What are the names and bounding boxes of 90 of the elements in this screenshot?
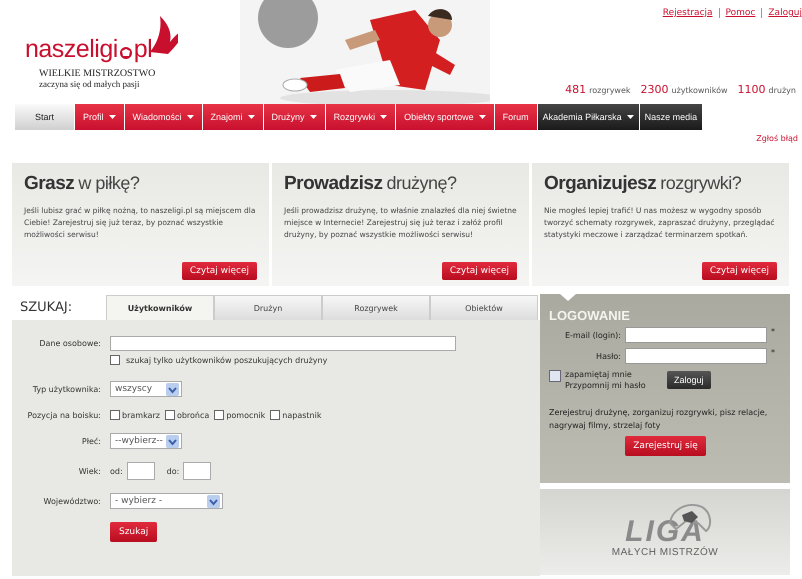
stat-label: użytkowników [672, 86, 728, 95]
caret-icon [108, 115, 116, 119]
notch-icon [560, 294, 576, 301]
stat-number: 481 [565, 83, 586, 96]
caret-icon [380, 115, 388, 119]
field-label: Dane osobowe: [39, 339, 101, 348]
field-label: Płeć: [82, 436, 101, 446]
nav-tab[interactable]: Akademia Piłkarska [538, 104, 640, 130]
ball-icon [118, 46, 133, 60]
nav-tab[interactable]: Znajomi [202, 104, 264, 130]
nav-tab[interactable]: Nasze media [640, 104, 704, 130]
chevron-icon [166, 382, 179, 396]
field-label: od: [110, 466, 123, 476]
top-link[interactable]: Pomoc [726, 8, 756, 18]
read-more-button[interactable]: Czytaj więcej [442, 262, 517, 280]
checkbox[interactable] [110, 410, 120, 420]
forgot-password-link[interactable]: Przypomnij mi hasło [565, 381, 667, 390]
card-title: Prowadzisz [284, 173, 382, 195]
banner-title: LIGA [625, 516, 705, 546]
field-label: E-mail (login): [564, 330, 621, 340]
search-tab[interactable]: Rozgrywek [322, 295, 430, 320]
nav-tab[interactable]: Rozgrywki [326, 104, 396, 130]
checkbox[interactable] [164, 410, 175, 420]
promo-text: Zerejestruj drużynę, zorganizuj rozgrywki, pisz relacje, nagrywaj filmy, strzelaj foty [549, 407, 768, 432]
report-link[interactable]: Zgłoś błąd [756, 134, 798, 148]
stat-number: 1100 [738, 83, 766, 96]
read-more-button[interactable]: Czytaj więcej [182, 262, 257, 280]
checkbox[interactable] [110, 355, 120, 365]
nav-tab[interactable]: Forum [494, 104, 538, 130]
caret-icon [310, 115, 317, 119]
logo-text[interactable]: naszeligi [25, 34, 118, 64]
search-button[interactable]: Szukaj [110, 522, 158, 542]
checkbox[interactable] [270, 410, 280, 420]
stat-number: 2300 [640, 83, 669, 96]
card-title: Grasz [24, 173, 74, 195]
slogan: WIELKIE MISTRZOSTWO [39, 68, 156, 79]
card-title: drużynę? [386, 173, 457, 194]
caret-icon [186, 115, 194, 119]
caret-icon [478, 115, 486, 119]
field-label: Wiek: [78, 466, 101, 476]
logo-text[interactable]: pl [134, 34, 152, 64]
nav-tab[interactable]: Drużyny [264, 104, 326, 130]
input-field[interactable] [110, 336, 456, 351]
register-button[interactable]: Zarejestruj się [625, 436, 706, 456]
login-button[interactable]: Zaloguj [667, 371, 711, 389]
input-field[interactable] [625, 327, 767, 343]
slogan: zaczyna się od małych pasji [39, 79, 140, 89]
nav-tab[interactable]: Obiekty sportowe [396, 104, 495, 130]
card-title: rozgrywki? [660, 173, 742, 194]
dropdown[interactable]: - wybierz - [110, 493, 223, 509]
stat-label: rozgrywek [589, 86, 631, 95]
field-label: Hasło: [595, 352, 621, 360]
dropdown[interactable]: wszyscy [110, 381, 182, 397]
checkbox[interactable] [214, 410, 224, 420]
search-tab[interactable]: Użytkowników [106, 295, 214, 320]
login-title: LOGOWANIE [549, 308, 631, 323]
checkbox[interactable] [549, 370, 561, 382]
checkbox-label: szukaj tylko użytkowników poszukujących drużyny [126, 356, 328, 364]
field-label: do: [166, 466, 180, 476]
field-label: Typ użytkownika: [32, 384, 101, 394]
card-title: Organizujesz [544, 173, 656, 195]
required-mark: * [771, 348, 775, 357]
chevron-icon [207, 494, 220, 508]
field-label: Województwo: [44, 496, 101, 506]
search-tab[interactable]: Drużyn [214, 295, 322, 320]
nav-tab[interactable]: Start [15, 104, 75, 130]
banner-subtitle: MAŁYCH MISTRZÓW [612, 546, 718, 558]
top-link[interactable]: Zaloguj [768, 8, 802, 18]
caret-icon [626, 115, 634, 119]
read-more-button[interactable]: Czytaj więcej [702, 262, 777, 280]
nav-tab[interactable]: Profil [75, 104, 125, 130]
field-label: Pozycja na boisku: [28, 410, 101, 420]
input-field[interactable] [625, 348, 767, 364]
card-title: w piłkę? [78, 173, 140, 194]
required-mark: * [771, 327, 775, 336]
search-tab[interactable]: Obiektów [430, 295, 538, 320]
checkbox-label: bramkarz [122, 410, 160, 420]
checkbox-label: napastnik [282, 410, 322, 420]
input-field[interactable] [183, 462, 212, 480]
chevron-icon [166, 434, 179, 448]
input-field[interactable] [126, 462, 155, 480]
checkbox-label: obrońca [176, 410, 210, 420]
caret-icon [248, 115, 255, 119]
stat-label: drużyn [768, 86, 796, 95]
top-link[interactable]: Rejestracja [662, 8, 713, 18]
search-title: SZUKAJ: [19, 300, 74, 314]
checkbox-label: pomocnik [226, 410, 266, 420]
checkbox-label: zapamiętaj mnie [565, 370, 633, 379]
nav-tab[interactable]: Wiadomości [124, 104, 203, 130]
dropdown[interactable]: --wybierz-- [110, 433, 182, 449]
